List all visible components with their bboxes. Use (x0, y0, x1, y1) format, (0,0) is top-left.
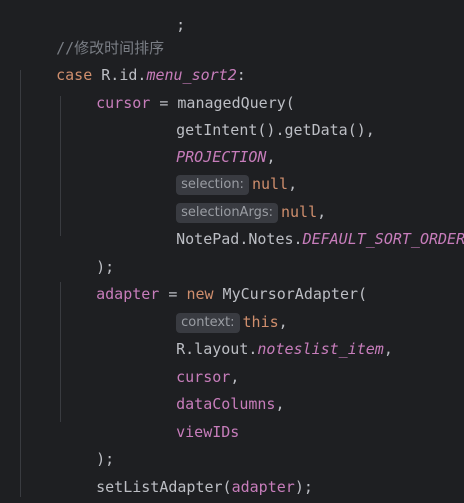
code-line[interactable]: R.layout.noteslist_item, (140, 309, 393, 358)
code-line[interactable]: context: this, (140, 282, 288, 333)
code-line[interactable]: adapter = new MyCursorAdapter( (60, 254, 367, 303)
code-editor[interactable]: ; //修改时间排序 case R.id.menu_sort2: cursor … (0, 0, 464, 503)
code-line[interactable]: case R.id.menu_sort2: (20, 35, 246, 84)
variable-token: adapter (231, 478, 295, 496)
code-line[interactable]: PROJECTION, (140, 117, 275, 166)
code-line[interactable]: cursor, (140, 337, 239, 386)
code-line[interactable]: setListAdapter(adapter); (60, 447, 313, 496)
indent-guide (20, 70, 21, 497)
code-token: ); (294, 478, 313, 496)
code-token: ; (176, 16, 186, 34)
code-line[interactable]: viewIDs (140, 392, 239, 441)
code-line[interactable]: //修改时间排序 (20, 8, 164, 57)
code-line[interactable]: NotePad.Notes.DEFAULT_SORT_ORDER (140, 199, 464, 248)
code-line[interactable]: dataColumns, (140, 364, 284, 413)
code-token: , (275, 395, 285, 413)
code-token: NotePad.Notes. (176, 230, 303, 248)
code-line[interactable]: selection: null, (140, 144, 297, 195)
code-line[interactable]: return true; (60, 474, 205, 501)
variable-token: viewIDs (176, 423, 240, 441)
code-line[interactable]: cursor = managedQuery( (60, 63, 295, 112)
code-line[interactable]: selectionArgs: null, (140, 172, 326, 223)
code-line[interactable]: getIntent().getData(), (140, 90, 375, 139)
member-token: noteslist_item (257, 340, 384, 358)
code-line[interactable]: ); (60, 419, 114, 468)
code-token: , (383, 340, 393, 358)
code-line[interactable]: ); (60, 227, 114, 276)
constant-token: DEFAULT_SORT_ORDER (302, 230, 464, 248)
